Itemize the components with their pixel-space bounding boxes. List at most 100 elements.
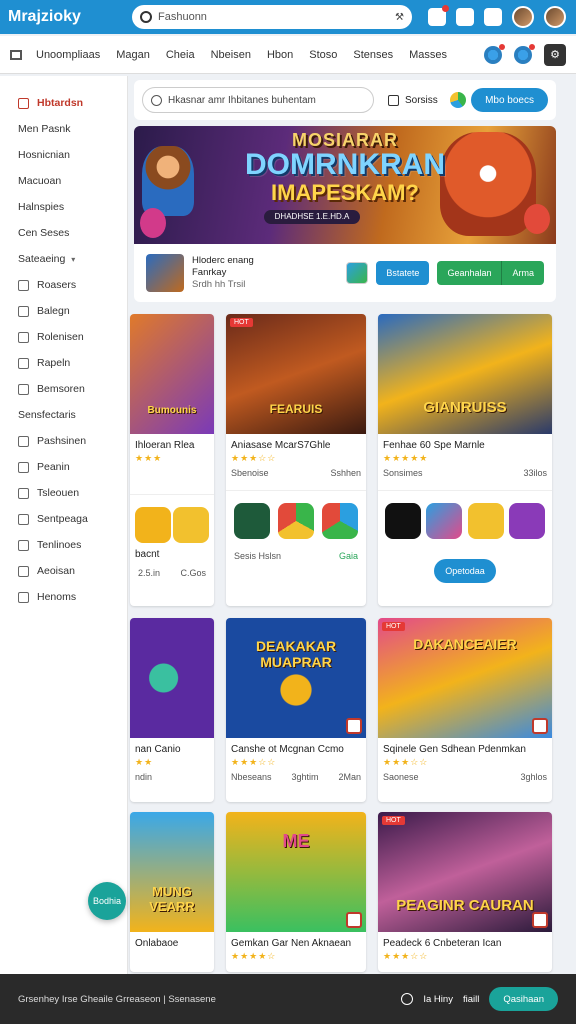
nav-item-5[interactable]: Hbon xyxy=(267,49,293,61)
search-icon xyxy=(18,539,29,551)
main-content: Hkasnar amr Ihbitanes buhentam Sorsiss M… xyxy=(134,80,556,302)
game-card[interactable]: Bumounis Ihloeran Rlea ★★★ bacnt 2.5.in … xyxy=(130,314,214,606)
sidebar-item-label: Rapeln xyxy=(37,357,71,369)
play-icon[interactable] xyxy=(278,503,314,539)
sidebar-item-label: Hbtardsn xyxy=(37,97,84,109)
category-icon xyxy=(18,513,29,525)
avatar-secondary[interactable] xyxy=(544,6,566,28)
sidebar-item-20[interactable]: Henoms xyxy=(0,584,127,610)
floating-action-button[interactable]: Bodhia xyxy=(88,882,126,920)
sidebar-item-4[interactable]: Macuoan xyxy=(0,168,127,194)
sort-icon xyxy=(388,94,399,106)
sidebar-item-14[interactable]: Pashsinen xyxy=(0,428,127,454)
game-card[interactable]: GIANRUISS Fenhae 60 Spe Marnle ★★★★★ Son… xyxy=(378,314,552,606)
hot-badge: HOT xyxy=(382,622,405,631)
sidebar-item-18[interactable]: Tenlinoes xyxy=(0,532,127,558)
app-icon[interactable] xyxy=(173,507,209,543)
game-card[interactable]: nan Canio ★★ ndin xyxy=(130,618,214,802)
primary-action-button[interactable]: Mbo boecs xyxy=(471,88,548,112)
home-icon[interactable] xyxy=(10,49,22,60)
sidebar-item-9[interactable]: Balegn xyxy=(0,298,127,324)
sidebar-item-label: Pashsinen xyxy=(37,435,87,447)
card-foot-right: C.Gos xyxy=(180,568,206,578)
home-icon xyxy=(18,97,29,109)
sidebar-item-19[interactable]: Aeoisan xyxy=(0,558,127,584)
game-card[interactable]: HOT DAKANCEAIER Sqinele Gen Sdhean Pdenm… xyxy=(378,618,552,802)
gift-icon[interactable] xyxy=(514,43,535,64)
banner-info-title: Hloderc enang xyxy=(192,255,254,266)
category-icon xyxy=(18,591,29,603)
game-card[interactable]: MUNG VEARR Onlabaoe xyxy=(130,812,214,972)
search-input[interactable]: Hkasnar amr Ihbitanes buhentam xyxy=(142,87,374,113)
category-icon xyxy=(18,383,29,395)
card-foot-left[interactable]: Sesis Hslsn xyxy=(234,551,281,561)
sidebar-item-7[interactable]: Sateaeing ▾ xyxy=(0,246,127,272)
footer-action-button[interactable]: Qasihaan xyxy=(489,987,558,1011)
banner-green-button-b[interactable]: Arma xyxy=(501,261,544,285)
banner-thumbnail[interactable] xyxy=(146,254,184,292)
filter-icon[interactable] xyxy=(449,92,466,108)
banner-orb xyxy=(524,204,550,234)
app-store-icon[interactable] xyxy=(346,262,369,284)
rewards-icon[interactable] xyxy=(484,43,505,64)
app-icon[interactable] xyxy=(467,503,504,539)
game-card[interactable]: ME Gemkan Gar Nen Aknaean ★★★★☆ xyxy=(226,812,366,972)
game-card[interactable]: DEAKAKAR MUAPRAR Canshe ot Mcgnan Ccmo ★… xyxy=(226,618,366,802)
nav-item-2[interactable]: Magan xyxy=(116,49,150,61)
nav-item-3[interactable]: Cheia xyxy=(166,49,195,61)
app-icon[interactable] xyxy=(509,503,546,539)
nav-item-8[interactable]: Masses xyxy=(409,49,447,61)
category-icon xyxy=(18,305,29,317)
footer-links[interactable]: Grsenhey Irse Gheaile Grreaseon | Ssenas… xyxy=(18,994,401,1005)
notifications-icon[interactable] xyxy=(428,5,449,26)
sidebar-item-11[interactable]: Rapeln xyxy=(0,350,127,376)
sidebar-item-1[interactable]: Hbtardsn xyxy=(0,90,127,116)
settings-icon[interactable]: ⚙ xyxy=(544,43,566,66)
card-foot-right[interactable]: Gaia xyxy=(339,551,358,561)
game-art xyxy=(130,618,214,738)
footer-link-mid[interactable]: Ia Hiny xyxy=(423,994,453,1005)
open-button[interactable]: Opetodaa xyxy=(434,559,496,583)
sidebar-item-label: Sateaeing xyxy=(18,253,66,265)
messages-icon[interactable] xyxy=(456,8,474,26)
sidebar-item-6[interactable]: Cen Seses xyxy=(0,220,127,246)
sidebar-item-8[interactable]: Roasers xyxy=(0,272,127,298)
nav-item-7[interactable]: Stenses xyxy=(353,49,393,61)
sidebar-item-label: Sensfectaris xyxy=(18,409,76,421)
sidebar-item-label: Cen Seses xyxy=(18,227,70,239)
rating-stars: ★★★☆☆ xyxy=(383,951,429,961)
game-card[interactable]: HOT PEAGINR CAURAN Peadeck 6 Cnbeteran I… xyxy=(378,812,552,972)
sidebar-item-12[interactable]: Bemsoren xyxy=(0,376,127,402)
avatar[interactable] xyxy=(512,6,534,28)
app-icon[interactable] xyxy=(234,503,270,539)
play-icon[interactable] xyxy=(322,503,358,539)
app-logo[interactable]: Mrajzioky xyxy=(8,8,132,26)
footer-link-mid2[interactable]: fiaill xyxy=(463,994,479,1005)
sidebar-item-17[interactable]: Sentpeaga xyxy=(0,506,127,532)
sidebar-item-5[interactable]: Halnspies xyxy=(0,194,127,220)
sidebar-item-3[interactable]: Hosnicnian xyxy=(0,142,127,168)
app-icon[interactable] xyxy=(135,507,171,543)
game-art-title: FEARUIS xyxy=(269,402,323,416)
nav-item-6[interactable]: Stoso xyxy=(309,49,337,61)
sidebar-item-10[interactable]: Rolenisen xyxy=(0,324,127,350)
game-badge-icon xyxy=(346,912,362,928)
shield-icon[interactable] xyxy=(484,8,502,26)
nav-item-1[interactable]: Unoompliaas xyxy=(36,49,100,61)
sidebar-item-15[interactable]: Peanin xyxy=(0,454,127,480)
featured-banner[interactable]: MOSIARAR DOMRNKRAN IMAPESKAM? DHADHSE 1.… xyxy=(134,126,556,302)
banner-green-button-a[interactable]: Geanhalan xyxy=(437,261,502,285)
sidebar-item-2[interactable]: Men Pasnk xyxy=(0,116,127,142)
banner-primary-button[interactable]: Bstatete xyxy=(376,261,430,285)
chat-icon[interactable] xyxy=(401,993,414,1005)
game-card[interactable]: HOT FEARUIS Aniasase McarS7Ghle ★★★☆☆ Sb… xyxy=(226,314,366,606)
sidebar-item-13[interactable]: Sensfectaris xyxy=(0,402,127,428)
app-icon[interactable] xyxy=(426,503,463,539)
rating-stars: ★★ xyxy=(135,757,154,767)
app-icon[interactable] xyxy=(384,503,421,539)
nav-item-4[interactable]: Nbeisen xyxy=(211,49,251,61)
global-search-input[interactable]: Fashuonn ⚒ xyxy=(132,5,412,29)
sidebar-item-16[interactable]: Tsleouen xyxy=(0,480,127,506)
voice-icon[interactable]: ⚒ xyxy=(395,12,404,23)
sort-dropdown[interactable]: Sorsiss xyxy=(388,92,466,108)
